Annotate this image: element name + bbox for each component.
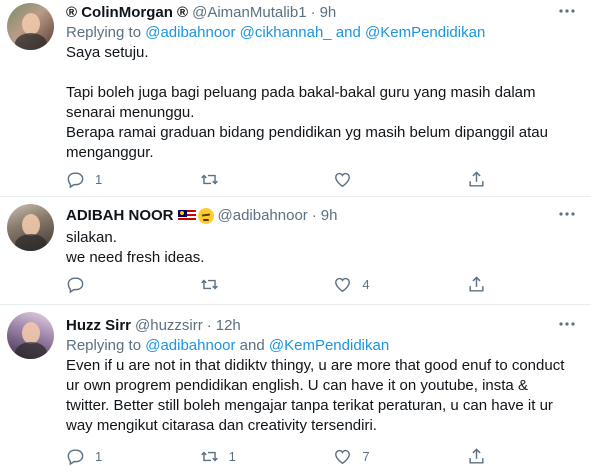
tweet-line: ur own progrem pendidikan english. U can… <box>66 377 528 394</box>
tweet-line: menganggur. <box>66 144 154 161</box>
share-button[interactable] <box>467 275 486 294</box>
tweet-line: way mengikut citarasa dan creativity ter… <box>66 417 377 434</box>
avatar[interactable] <box>7 3 54 50</box>
tweet-line: we need fresh ideas. <box>66 249 205 266</box>
retweet-count: 1 <box>228 449 236 464</box>
retweet-button[interactable]: 1 <box>200 447 334 466</box>
tweet-text: Saya setuju. Tapi boleh juga bagi peluan… <box>66 43 577 163</box>
avatar[interactable] <box>7 204 54 251</box>
reply-icon <box>67 277 84 294</box>
tweet-line: silakan. <box>66 229 117 246</box>
reply-button[interactable]: 1 <box>66 170 200 189</box>
author-handle[interactable]: @adibahnoor <box>218 206 308 226</box>
like-icon <box>335 277 351 293</box>
like-count: 7 <box>362 449 370 464</box>
author-name[interactable]: Huzz Sirr <box>66 316 131 336</box>
replying-mentions[interactable]: @adibahnoor @cikhannah_ and @KemPendidik… <box>145 24 485 41</box>
tweet-time[interactable]: 12h <box>216 316 241 336</box>
tweet-text: Even if u are not in that didiktv thingy… <box>66 356 577 436</box>
reply-icon <box>67 172 84 189</box>
retweet-button[interactable] <box>200 275 334 294</box>
replying-mention[interactable]: @KemPendidikan <box>269 337 389 354</box>
share-icon <box>469 448 484 464</box>
tweet-colinmorgan[interactable]: ® ColinMorgan ® @AimanMutalib1 · 9h Repl… <box>0 0 591 197</box>
tweet-actions: 1 <box>66 170 486 189</box>
author-handle[interactable]: @AimanMutalib1 <box>192 3 306 23</box>
tweet-line: Even if u are not in that didiktv thingy… <box>66 357 565 374</box>
separator-dot: · <box>206 317 212 334</box>
tweet-adibahnoor[interactable]: ADIBAH NOOR @adibahnoor · 9h silakan. we… <box>0 197 591 305</box>
like-icon <box>335 172 351 188</box>
retweet-icon <box>200 279 218 290</box>
reply-button[interactable] <box>66 275 200 294</box>
share-icon <box>469 171 484 187</box>
tweet-huzzsirr[interactable]: Huzz Sirr @huzzsirr · 12h Replying to @a… <box>0 305 591 475</box>
separator-dot: · <box>311 207 317 224</box>
tweet-actions: 1 1 7 <box>66 447 486 466</box>
reply-count: 1 <box>95 449 103 464</box>
reply-count: 1 <box>95 172 103 187</box>
like-count: 4 <box>362 277 370 292</box>
tweet-text: silakan. we need fresh ideas. <box>66 228 577 268</box>
like-button[interactable] <box>333 170 467 189</box>
like-button[interactable]: 7 <box>333 447 467 466</box>
reply-icon <box>67 449 84 466</box>
author-name[interactable]: ® ColinMorgan ® <box>66 3 188 23</box>
replying-to: Replying to @adibahnoor and @KemPendidik… <box>66 336 577 356</box>
share-icon <box>469 276 484 292</box>
tweet-line: twitter. Better still boleh mengajar tan… <box>66 397 553 414</box>
replying-and: and <box>235 337 269 354</box>
tweet-time[interactable]: 9h <box>321 206 338 226</box>
replying-to: Replying to @adibahnoor @cikhannah_ and … <box>66 23 577 43</box>
tweet-line: Saya setuju. <box>66 44 149 61</box>
like-icon <box>335 449 351 465</box>
replying-mention[interactable]: @adibahnoor <box>145 337 235 354</box>
tweet-time[interactable]: 9h <box>320 3 337 23</box>
author-name[interactable]: ADIBAH NOOR <box>66 206 174 226</box>
retweet-icon <box>200 451 218 462</box>
avatar[interactable] <box>7 312 54 359</box>
replying-prefix: Replying to <box>66 24 146 41</box>
retweet-button[interactable] <box>200 170 334 189</box>
author-handle[interactable]: @huzzsirr <box>135 316 203 336</box>
separator-dot: · <box>310 4 316 21</box>
retweet-icon <box>200 174 218 185</box>
share-button[interactable] <box>467 170 486 189</box>
like-button[interactable]: 4 <box>333 275 467 294</box>
reply-button[interactable]: 1 <box>66 447 200 466</box>
tweet-line: Berapa ramai graduan bidang pendidikan y… <box>66 124 548 141</box>
malaysia-flag-icon <box>177 210 196 222</box>
smirk-devil-emoji-icon <box>197 208 214 224</box>
replying-prefix: Replying to <box>66 337 146 354</box>
tweet-actions: 4 <box>66 275 486 294</box>
tweet-line: senarai menunggu. <box>66 104 195 121</box>
share-button[interactable] <box>467 447 486 466</box>
tweet-line: Tapi boleh juga bagi peluang pada bakal-… <box>66 84 536 101</box>
